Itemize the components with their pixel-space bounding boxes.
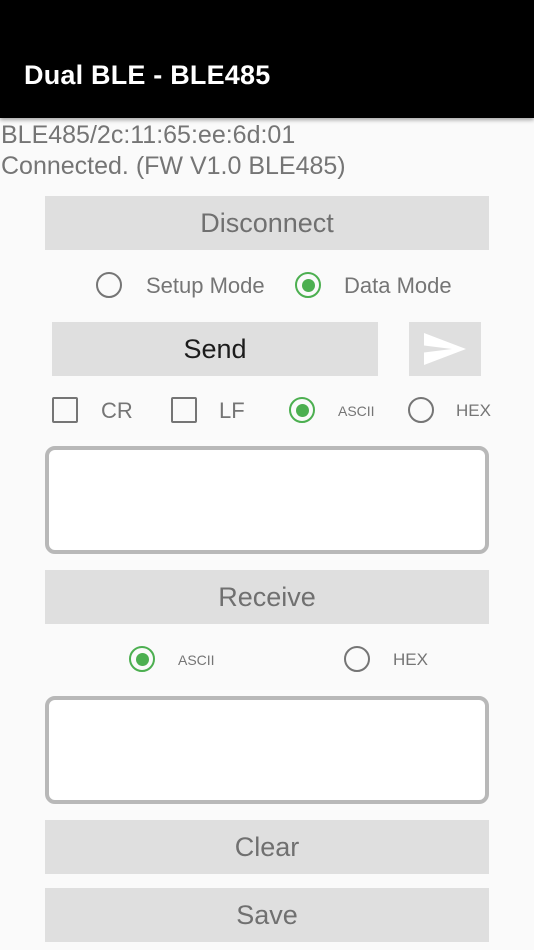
save-button[interactable]: Save: [45, 888, 489, 942]
cr-label[interactable]: CR: [101, 398, 133, 424]
send-ascii-radio[interactable]: [289, 397, 315, 423]
receive-ascii-label[interactable]: ASCII: [178, 652, 215, 668]
app-bar: Dual BLE - BLE485: [0, 0, 534, 118]
lf-checkbox[interactable]: [171, 397, 197, 423]
send-input[interactable]: [45, 446, 489, 554]
setup-mode-radio[interactable]: [96, 272, 122, 298]
receive-hex-label[interactable]: HEX: [393, 650, 428, 670]
app-title: Dual BLE - BLE485: [24, 60, 271, 90]
device-address: BLE485/2c:11:65:ee:6d:01: [1, 121, 296, 149]
data-mode-radio[interactable]: [295, 272, 321, 298]
send-arrow-icon: [424, 333, 466, 365]
send-button[interactable]: Send: [52, 322, 378, 376]
receive-button[interactable]: Receive: [45, 570, 489, 624]
send-icon-button[interactable]: [409, 322, 481, 376]
connection-status: Connected. (FW V1.0 BLE485): [1, 152, 346, 180]
setup-mode-label[interactable]: Setup Mode: [146, 273, 265, 299]
receive-ascii-radio[interactable]: [129, 646, 155, 672]
lf-label[interactable]: LF: [219, 398, 245, 424]
receive-output[interactable]: [45, 696, 489, 804]
send-ascii-label[interactable]: ASCII: [338, 403, 375, 419]
send-hex-radio[interactable]: [408, 397, 434, 423]
cr-checkbox[interactable]: [52, 397, 78, 423]
disconnect-button[interactable]: Disconnect: [45, 196, 489, 250]
data-mode-label[interactable]: Data Mode: [344, 273, 452, 299]
send-hex-label[interactable]: HEX: [456, 401, 491, 421]
clear-button[interactable]: Clear: [45, 820, 489, 874]
receive-hex-radio[interactable]: [344, 646, 370, 672]
